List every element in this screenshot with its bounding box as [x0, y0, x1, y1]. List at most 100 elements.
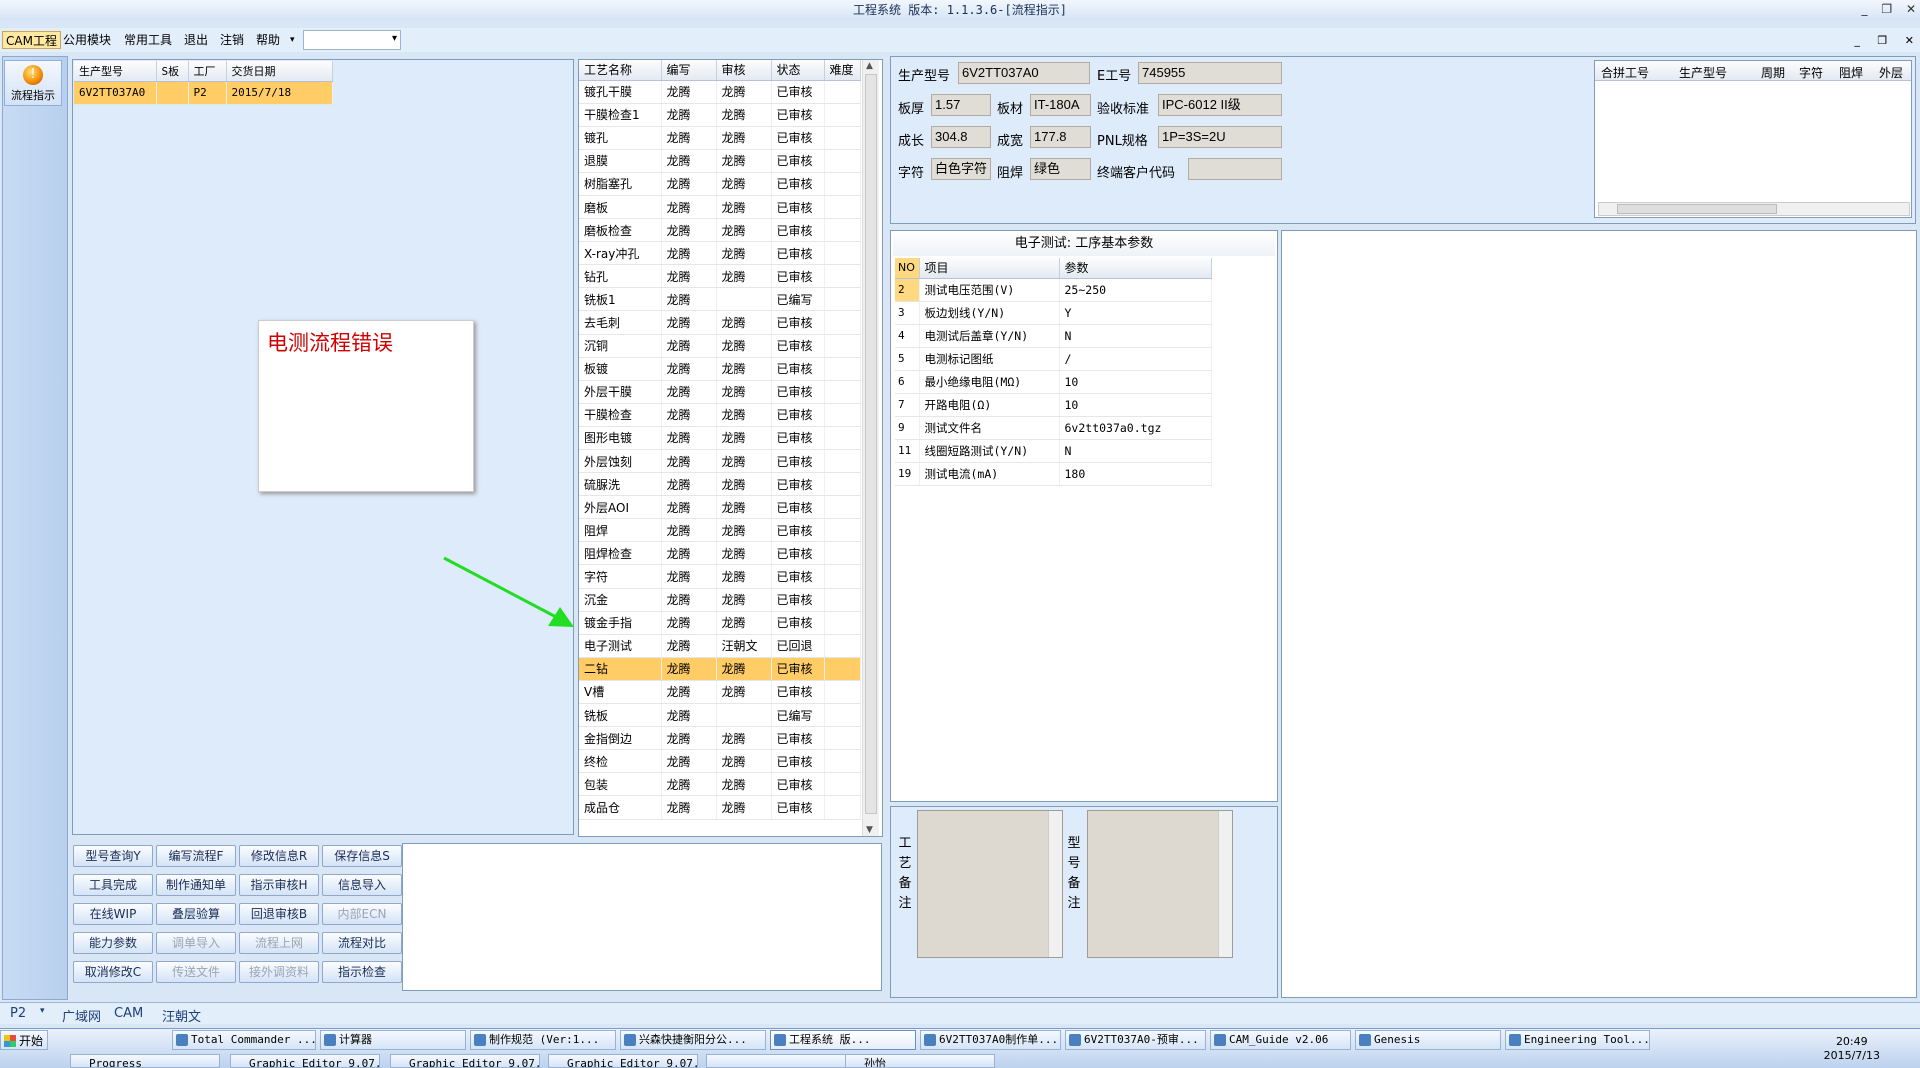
table-row[interactable]: 阻焊 龙腾 龙腾 已审核 [579, 518, 861, 543]
table-row[interactable]: 铣板1 龙腾 已编写 [579, 287, 861, 312]
model-remark-textbox[interactable] [1087, 810, 1233, 958]
table-row[interactable]: X-ray冲孔 龙腾 龙腾 已审核 [579, 241, 861, 266]
taskbar-item[interactable]: 工程系统 版... [770, 1030, 916, 1050]
scroll-down-icon[interactable]: ▼ [866, 825, 873, 835]
make-notice-button[interactable]: 制作通知单 [156, 874, 236, 896]
taskbar-item[interactable]: Graphic Editor 9.07... [230, 1054, 380, 1068]
col-header-merge-job[interactable]: 合拼工号 [1601, 64, 1649, 81]
table-row[interactable]: 9 测试文件名 6v2tt037a0.tgz [895, 416, 1212, 440]
scroll-up-icon[interactable]: ▲ [866, 61, 873, 71]
table-row[interactable]: 5 电测标记图纸 / [895, 347, 1212, 371]
taskbar-item[interactable]: 计算器 [320, 1030, 466, 1050]
table-row[interactable]: 镀金手指 龙腾 龙腾 已审核 [579, 611, 861, 635]
table-row[interactable]: V槽 龙腾 龙腾 已审核 [579, 680, 861, 705]
status-factory[interactable]: P2 [10, 1006, 26, 1021]
menu-combo-box[interactable] [303, 30, 401, 50]
col-header-status[interactable]: 状态 [771, 60, 825, 81]
flow-compare-button[interactable]: 流程对比 [322, 932, 402, 954]
external-data-button[interactable]: 接外调资料 [239, 961, 319, 983]
table-row[interactable]: 外层蚀刻 龙腾 龙腾 已审核 [579, 449, 861, 474]
taskbar-item[interactable]: 制作规范 (Ver:1... [470, 1030, 616, 1050]
table-row[interactable]: 镀孔 龙腾 龙腾 已审核 [579, 126, 861, 150]
taskbar-item[interactable]: CAM_Guide v2.06 [1210, 1030, 1351, 1050]
table-row[interactable]: 2 测试电压范围(V) 25~250 [895, 278, 1212, 302]
internal-ecn-button[interactable]: 内部ECN [322, 903, 402, 925]
table-row[interactable]: 6V2TT037A0 P2 2015/7/18 [74, 81, 333, 105]
rollback-review-button[interactable]: 回退审核B [239, 903, 319, 925]
table-row[interactable]: 7 开路电阻(Ω) 10 [895, 393, 1212, 417]
length-field[interactable]: 304.8 [931, 126, 991, 148]
menu-exit[interactable]: 退出 [181, 31, 211, 49]
table-row[interactable]: 沉铜 龙腾 龙腾 已审核 [579, 334, 861, 358]
start-button[interactable]: 开始 [0, 1030, 48, 1050]
menu-help[interactable]: 帮助 [253, 31, 283, 49]
table-row[interactable]: 金指倒边 龙腾 龙腾 已审核 [579, 726, 861, 751]
taskbar-item[interactable]: Progress [70, 1054, 220, 1068]
flow-upload-button[interactable]: 流程上网 [239, 932, 319, 954]
menu-cam-project[interactable]: CAM工程 [2, 31, 61, 49]
table-row[interactable]: 干膜检查 龙腾 龙腾 已审核 [579, 403, 861, 427]
menu-common-modules[interactable]: 公用模块 [60, 31, 114, 49]
col-header-process-name[interactable]: 工艺名称 [579, 60, 662, 81]
taskbar-item[interactable]: 6V2TT037A0制作单... [920, 1030, 1061, 1050]
scrollbar-thumb[interactable] [865, 74, 877, 814]
instruction-review-button[interactable]: 指示审核H [239, 874, 319, 896]
table-row[interactable]: 板镀 龙腾 龙腾 已审核 [579, 357, 861, 381]
mdi-restore-icon[interactable]: ❐ [1877, 34, 1887, 47]
table-row[interactable]: 6 最小绝缘电阻(MΩ) 10 [895, 370, 1212, 394]
taskbar-item[interactable] [706, 1054, 856, 1068]
eno-field[interactable]: 745955 [1138, 62, 1282, 84]
model-query-button[interactable]: 型号查询Y [73, 845, 153, 867]
col-header-merge-mask[interactable]: 阻焊 [1839, 64, 1863, 81]
table-row[interactable]: 4 电测试后盖章(Y/N) N [895, 324, 1212, 348]
table-row[interactable]: 去毛刺 龙腾 龙腾 已审核 [579, 310, 861, 335]
col-header-merge-outer[interactable]: 外层 [1879, 64, 1903, 81]
col-header-merge-period[interactable]: 周期 [1761, 64, 1785, 81]
acceptance-std-field[interactable]: IPC-6012 II级 [1158, 94, 1282, 116]
material-field[interactable]: IT-180A [1030, 94, 1091, 116]
taskbar-item[interactable]: Graphic Editor 9.07... [390, 1054, 540, 1068]
capability-params-button[interactable]: 能力参数 [73, 932, 153, 954]
table-row[interactable]: 铣板 龙腾 已编写 [579, 703, 861, 728]
width-field[interactable]: 177.8 [1030, 126, 1091, 148]
table-row[interactable]: 19 测试电流(mA) 180 [895, 462, 1212, 486]
tool-complete-button[interactable]: 工具完成 [73, 874, 153, 896]
merge-horizontal-scrollbar[interactable] [1598, 202, 1910, 216]
factory-dropdown-icon[interactable]: ▾ [40, 1006, 45, 1016]
table-row[interactable]: 磨板检查 龙腾 龙腾 已审核 [579, 218, 861, 243]
close-icon[interactable]: ✕ [1906, 2, 1916, 16]
info-import-button[interactable]: 信息导入 [322, 874, 402, 896]
craft-remark-textbox[interactable] [917, 810, 1063, 958]
memo-scrollbar[interactable] [1218, 811, 1232, 957]
thickness-field[interactable]: 1.57 [931, 94, 991, 116]
pnl-spec-field[interactable]: 1P=3S=2U [1158, 126, 1282, 148]
maximize-icon[interactable]: ❐ [1881, 2, 1892, 16]
customer-code-field[interactable] [1188, 158, 1282, 180]
mdi-close-icon[interactable]: ✕ [1905, 34, 1914, 47]
table-row[interactable]: 成品仓 龙腾 龙腾 已审核 [579, 795, 861, 820]
scrollbar-thumb[interactable] [1617, 204, 1777, 214]
table-row[interactable]: 二钻 龙腾 龙腾 已审核 [579, 657, 861, 681]
flow-indicator-button[interactable]: ! 流程指示 [4, 60, 62, 106]
col-header-param[interactable]: 参数 [1059, 258, 1212, 279]
save-info-button[interactable]: 保存信息S [322, 845, 402, 867]
table-row[interactable]: 阻焊检查 龙腾 龙腾 已审核 [579, 541, 861, 566]
col-header-delivery-date[interactable]: 交货日期 [226, 61, 333, 82]
table-row[interactable]: 沉金 龙腾 龙腾 已审核 [579, 588, 861, 612]
table-row[interactable]: 镀孔干膜 龙腾 龙腾 已审核 [579, 80, 861, 104]
table-row[interactable]: 字符 龙腾 龙腾 已审核 [579, 564, 861, 589]
write-flow-button[interactable]: 编写流程F [156, 845, 236, 867]
online-wip-button[interactable]: 在线WIP [73, 903, 153, 925]
instruction-check-button[interactable]: 指示检查 [322, 961, 402, 983]
col-header-reviewer[interactable]: 审核 [716, 60, 772, 81]
col-header-s-board[interactable]: S板 [156, 61, 189, 82]
table-row[interactable]: 干膜检查1 龙腾 龙腾 已审核 [579, 103, 861, 127]
mdi-minimize-icon[interactable]: _ [1854, 34, 1860, 47]
menu-common-tools[interactable]: 常用工具 [121, 31, 175, 49]
table-row[interactable]: 钻孔 龙腾 龙腾 已审核 [579, 264, 861, 289]
silkscreen-field[interactable]: 白色字符 [931, 158, 991, 180]
model-field[interactable]: 6V2TT037A0 [958, 62, 1090, 84]
table-row[interactable]: 终检 龙腾 龙腾 已审核 [579, 749, 861, 774]
col-header-merge-model[interactable]: 生产型号 [1679, 64, 1727, 81]
memo-scrollbar[interactable] [1048, 811, 1062, 957]
